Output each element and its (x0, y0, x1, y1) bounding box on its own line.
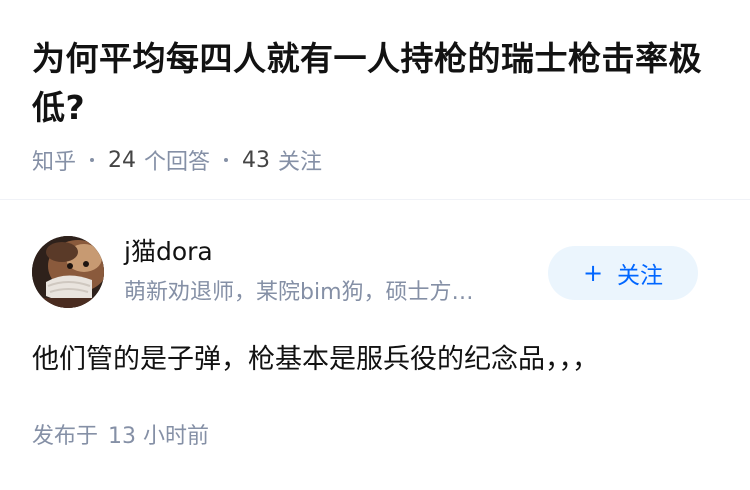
plus-icon: + (582, 259, 604, 287)
publish-time-value: 13 小时前 (108, 424, 210, 449)
publish-time: 发布于 13 小时前 (32, 422, 209, 452)
follow-button[interactable]: + 关注 (548, 246, 698, 300)
question-title[interactable]: 为何平均每四人就有一人持枪的瑞士枪击率极低? (32, 34, 722, 132)
separator-dot (90, 158, 95, 162)
question-header: 为何平均每四人就有一人持枪的瑞士枪击率极低? 知乎 24 个回答 43 关注 (0, 0, 750, 200)
answer-count: 24 (108, 147, 137, 173)
separator-dot (224, 158, 229, 162)
follower-count: 43 (242, 147, 271, 173)
author-name[interactable]: j猫dora (124, 236, 213, 268)
avatar[interactable] (32, 236, 104, 308)
answer-count-label: 个回答 (144, 150, 211, 175)
question-meta: 知乎 24 个回答 43 关注 (32, 144, 322, 176)
publish-prefix: 发布于 (32, 424, 99, 449)
answer-content[interactable]: 他们管的是子弹，枪基本是服兵役的纪念品，，， (32, 338, 722, 382)
source-label[interactable]: 知乎 (32, 144, 76, 176)
answer-card: j猫dora 萌新劝退师，某院bim狗，硕士方… + 关注 他们管的是子弹，枪基… (0, 200, 750, 490)
follow-button-label: 关注 (617, 263, 664, 289)
follower-count-label: 关注 (278, 150, 323, 175)
author-bio: 萌新劝退师，某院bim狗，硕士方… (124, 280, 474, 305)
avatar-image (32, 236, 104, 308)
